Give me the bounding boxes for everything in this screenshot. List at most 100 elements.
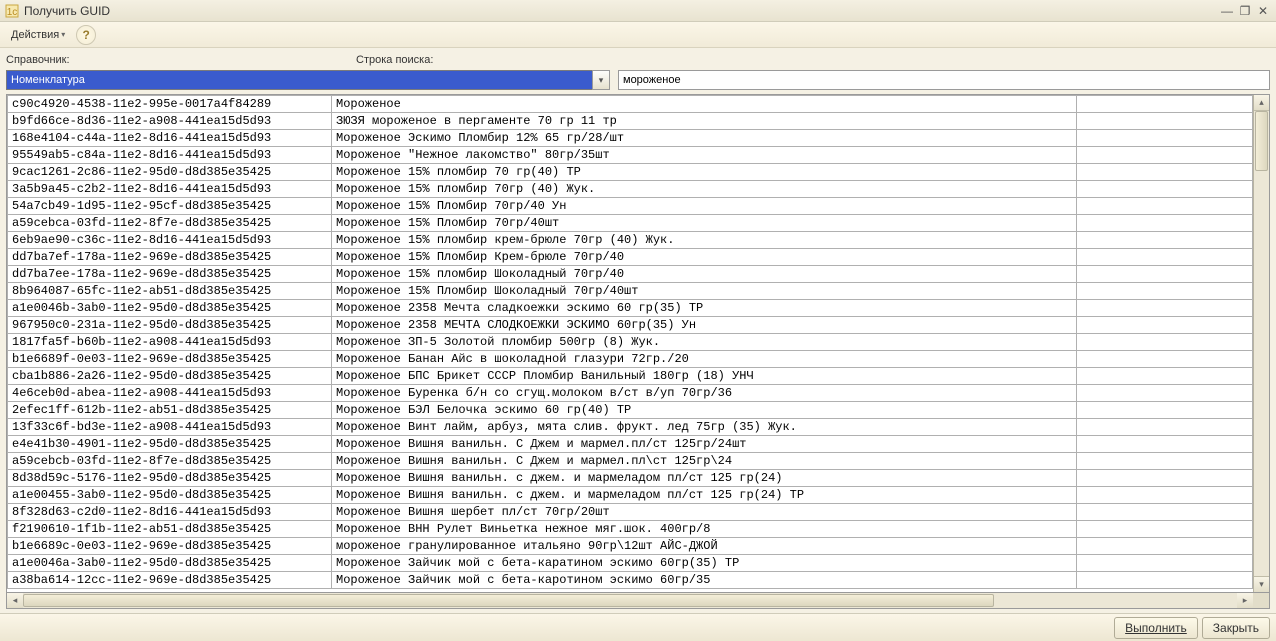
guid-cell: a1e0046a-3ab0-11e2-95d0-d8d385e35425 bbox=[8, 555, 332, 572]
footer: Выполнить Закрыть bbox=[0, 613, 1276, 641]
scroll-track-h[interactable] bbox=[23, 593, 1237, 608]
blank-cell bbox=[1077, 300, 1253, 317]
scroll-down-button[interactable]: ▾ bbox=[1254, 576, 1269, 592]
blank-cell bbox=[1077, 147, 1253, 164]
table-row[interactable]: dd7ba7ee-178a-11e2-969e-d8d385e35425Моро… bbox=[8, 266, 1253, 283]
blank-cell bbox=[1077, 266, 1253, 283]
search-label: Строка поиска: bbox=[356, 54, 433, 66]
scroll-thumb-h[interactable] bbox=[23, 594, 994, 607]
blank-cell bbox=[1077, 113, 1253, 130]
name-cell: Мороженое 15% Пломбир Крем-брюле 70гр/40 bbox=[332, 249, 1077, 266]
table-row[interactable]: 3a5b9a45-c2b2-11e2-8d16-441ea15d5d93Моро… bbox=[8, 181, 1253, 198]
table-row[interactable]: a59cebcb-03fd-11e2-8f7e-d8d385e35425Моро… bbox=[8, 453, 1253, 470]
blank-cell bbox=[1077, 487, 1253, 504]
guid-cell: c90c4920-4538-11e2-995e-0017a4f84289 bbox=[8, 96, 332, 113]
data-grid[interactable]: c90c4920-4538-11e2-995e-0017a4f84289 Моро… bbox=[6, 94, 1270, 593]
guid-cell: 6eb9ae90-c36c-11e2-8d16-441ea15d5d93 bbox=[8, 232, 332, 249]
help-button[interactable]: ? bbox=[76, 25, 96, 45]
actions-menu-button[interactable]: Действия ▾ bbox=[6, 26, 70, 44]
scroll-corner bbox=[1253, 593, 1269, 608]
table-row[interactable]: 8f328d63-c2d0-11e2-8d16-441ea15d5d93Моро… bbox=[8, 504, 1253, 521]
chevron-down-icon: ▾ bbox=[599, 75, 604, 86]
scroll-right-button[interactable]: ▸ bbox=[1237, 593, 1253, 608]
name-cell: мороженое гранулированное итальяно 90гр\… bbox=[332, 538, 1077, 555]
actions-label: Действия bbox=[11, 29, 59, 41]
table-row[interactable]: 168e4104-c44a-11e2-8d16-441ea15d5d93Моро… bbox=[8, 130, 1253, 147]
reference-combo[interactable]: ▾ bbox=[6, 70, 610, 90]
table-row[interactable]: b1e6689c-0e03-11e2-969e-d8d385e35425моро… bbox=[8, 538, 1253, 555]
chevron-down-icon: ▾ bbox=[61, 30, 65, 39]
reference-dropdown-button[interactable]: ▾ bbox=[592, 70, 610, 90]
blank-cell bbox=[1077, 317, 1253, 334]
table-row[interactable]: a38ba614-12cc-11e2-969e-d8d385e35425Моро… bbox=[8, 572, 1253, 589]
blank-cell bbox=[1077, 453, 1253, 470]
table-row[interactable]: a59cebca-03fd-11e2-8f7e-d8d385e35425Моро… bbox=[8, 215, 1253, 232]
guid-cell: dd7ba7ee-178a-11e2-969e-d8d385e35425 bbox=[8, 266, 332, 283]
table-row[interactable]: 6eb9ae90-c36c-11e2-8d16-441ea15d5d93Моро… bbox=[8, 232, 1253, 249]
guid-cell: a59cebcb-03fd-11e2-8f7e-d8d385e35425 bbox=[8, 453, 332, 470]
name-cell: Мороженое Буренка б/н со сгущ.молоком в/… bbox=[332, 385, 1077, 402]
guid-cell: b1e6689f-0e03-11e2-969e-d8d385e35425 bbox=[8, 351, 332, 368]
guid-cell: 95549ab5-c84a-11e2-8d16-441ea15d5d93 bbox=[8, 147, 332, 164]
table-row[interactable]: 54a7cb49-1d95-11e2-95cf-d8d385e35425Моро… bbox=[8, 198, 1253, 215]
blank-cell bbox=[1077, 436, 1253, 453]
name-cell: Мороженое Зайчик мой с бета-каратином эс… bbox=[332, 555, 1077, 572]
table-row[interactable]: b1e6689f-0e03-11e2-969e-d8d385e35425Моро… bbox=[8, 351, 1253, 368]
vertical-scrollbar[interactable]: ▴ ▾ bbox=[1253, 95, 1269, 592]
table-row[interactable]: dd7ba7ef-178a-11e2-969e-d8d385e35425Моро… bbox=[8, 249, 1253, 266]
minimize-button[interactable]: — bbox=[1218, 4, 1236, 18]
name-cell: Мороженое 15% пломбир Шоколадный 70гр/40 bbox=[332, 266, 1077, 283]
table-row[interactable]: cba1b886-2a26-11e2-95d0-d8d385e35425Моро… bbox=[8, 368, 1253, 385]
blank-cell bbox=[1077, 470, 1253, 487]
table-row[interactable]: f2190610-1f1b-11e2-ab51-d8d385e35425Моро… bbox=[8, 521, 1253, 538]
close-button[interactable]: ✕ bbox=[1254, 4, 1272, 18]
table-row[interactable]: 9cac1261-2c86-11e2-95d0-d8d385e35425Моро… bbox=[8, 164, 1253, 181]
blank-cell bbox=[1077, 249, 1253, 266]
table-row[interactable]: 967950c0-231a-11e2-95d0-d8d385e35425Моро… bbox=[8, 317, 1253, 334]
blank-cell bbox=[1077, 198, 1253, 215]
guid-cell: f2190610-1f1b-11e2-ab51-d8d385e35425 bbox=[8, 521, 332, 538]
search-input[interactable] bbox=[618, 70, 1270, 90]
name-cell: Мороженое 15% Пломбир Шоколадный 70гр/40… bbox=[332, 283, 1077, 300]
table-row[interactable]: 95549ab5-c84a-11e2-8d16-441ea15d5d93Моро… bbox=[8, 147, 1253, 164]
scroll-left-button[interactable]: ◂ bbox=[7, 593, 23, 608]
guid-cell: 3a5b9a45-c2b2-11e2-8d16-441ea15d5d93 bbox=[8, 181, 332, 198]
scroll-thumb[interactable] bbox=[1255, 111, 1268, 171]
guid-cell: 2efec1ff-612b-11e2-ab51-d8d385e35425 bbox=[8, 402, 332, 419]
execute-button[interactable]: Выполнить bbox=[1114, 617, 1198, 639]
guid-cell: a1e0046b-3ab0-11e2-95d0-d8d385e35425 bbox=[8, 300, 332, 317]
guid-cell: 8b964087-65fc-11e2-ab51-d8d385e35425 bbox=[8, 283, 332, 300]
scroll-track[interactable] bbox=[1254, 111, 1269, 576]
blank-cell bbox=[1077, 504, 1253, 521]
blank-cell bbox=[1077, 572, 1253, 589]
table-row[interactable]: b9fd66ce-8d36-11e2-a908-441ea15d5d93 ЗЮЗ… bbox=[8, 113, 1253, 130]
table-row[interactable]: a1e00455-3ab0-11e2-95d0-d8d385e35425Моро… bbox=[8, 487, 1253, 504]
table-row[interactable]: 8b964087-65fc-11e2-ab51-d8d385e35425Моро… bbox=[8, 283, 1253, 300]
svg-text:1c: 1c bbox=[7, 7, 18, 18]
blank-cell bbox=[1077, 232, 1253, 249]
table-row[interactable]: a1e0046a-3ab0-11e2-95d0-d8d385e35425Моро… bbox=[8, 555, 1253, 572]
name-cell: Мороженое Вишня ванильн. с джем. и марме… bbox=[332, 487, 1077, 504]
name-cell: Мороженое Вишня ванильн. С Джем и мармел… bbox=[332, 436, 1077, 453]
reference-input[interactable] bbox=[6, 70, 592, 90]
maximize-button[interactable]: ❐ bbox=[1236, 4, 1254, 18]
table-row[interactable]: 13f33c6f-bd3e-11e2-a908-441ea15d5d93Моро… bbox=[8, 419, 1253, 436]
horizontal-scrollbar[interactable]: ◂ ▸ bbox=[6, 593, 1270, 609]
labels-row: Справочник: Строка поиска: bbox=[6, 52, 1270, 68]
titlebar: 1c Получить GUID — ❐ ✕ bbox=[0, 0, 1276, 22]
grid-body: c90c4920-4538-11e2-995e-0017a4f84289 Моро… bbox=[7, 95, 1253, 592]
scroll-up-button[interactable]: ▴ bbox=[1254, 95, 1269, 111]
close-form-button[interactable]: Закрыть bbox=[1202, 617, 1270, 639]
name-cell: Мороженое 15% пломбир крем-брюле 70гр (4… bbox=[332, 232, 1077, 249]
name-cell: Мороженое Зайчик мой с бета-каротином эс… bbox=[332, 572, 1077, 589]
content-area: Справочник: Строка поиска: ▾ c90c4920-45… bbox=[0, 48, 1276, 613]
table-row[interactable]: e4e41b30-4901-11e2-95d0-d8d385e35425Моро… bbox=[8, 436, 1253, 453]
blank-cell bbox=[1077, 521, 1253, 538]
table-row[interactable]: 2efec1ff-612b-11e2-ab51-d8d385e35425Моро… bbox=[8, 402, 1253, 419]
table-row[interactable]: 4e6ceb0d-abea-11e2-a908-441ea15d5d93Моро… bbox=[8, 385, 1253, 402]
table-row[interactable]: c90c4920-4538-11e2-995e-0017a4f84289Моро… bbox=[8, 96, 1253, 113]
table-row[interactable]: 1817fa5f-b60b-11e2-a908-441ea15d5d93Моро… bbox=[8, 334, 1253, 351]
name-cell: Мороженое 2358 Мечта сладкоежки эскимо 6… bbox=[332, 300, 1077, 317]
table-row[interactable]: 8d38d59c-5176-11e2-95d0-d8d385e35425Моро… bbox=[8, 470, 1253, 487]
table-row[interactable]: a1e0046b-3ab0-11e2-95d0-d8d385e35425Моро… bbox=[8, 300, 1253, 317]
